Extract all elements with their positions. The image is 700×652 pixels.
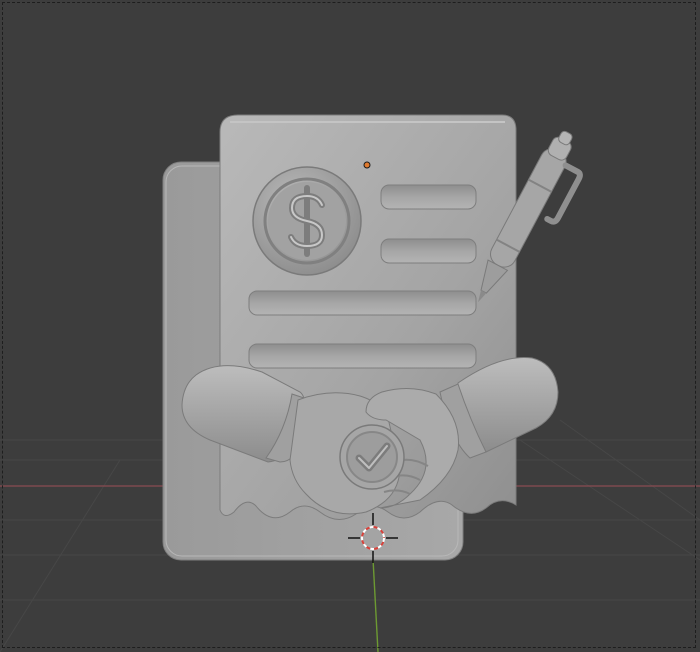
text-line-2: [380, 238, 477, 264]
text-line-3: [248, 290, 477, 316]
text-line-1: [380, 184, 477, 210]
3d-viewport[interactable]: [0, 0, 700, 652]
text-line-4: [248, 343, 477, 369]
viewport-canvas[interactable]: [0, 0, 700, 652]
check-badge[interactable]: [339, 424, 405, 490]
dollar-coin[interactable]: [252, 166, 362, 276]
object-origin-icon[interactable]: [363, 161, 371, 169]
